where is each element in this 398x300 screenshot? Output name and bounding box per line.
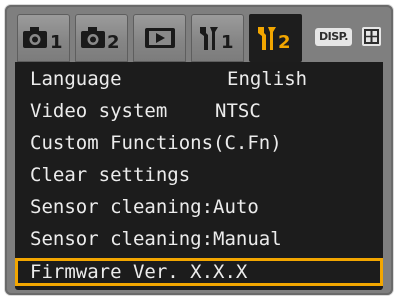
disp-button[interactable]: DISP. <box>315 28 352 46</box>
menu-item-value: NTSC <box>215 100 261 122</box>
menu-item-clear-settings[interactable]: Clear settings <box>15 161 383 189</box>
tab-playback[interactable] <box>133 14 186 62</box>
jump-icon[interactable] <box>362 27 381 46</box>
camera-2-icon: 2 <box>80 27 120 53</box>
svg-text:1: 1 <box>221 32 234 53</box>
menu-item-value: English <box>227 68 308 90</box>
menu-item-label: Video system <box>30 100 168 122</box>
menu-item-firmware-version[interactable]: Firmware Ver. X.X.X <box>15 258 383 286</box>
menu-item-video-system[interactable]: Video system NTSC <box>15 97 383 125</box>
tab-shooting-2[interactable]: 2 <box>75 14 128 62</box>
setup-1-icon: 1 <box>199 27 234 53</box>
camera-1-icon: 1 <box>22 27 63 53</box>
menu-item-label: Custom Functions(C.Fn) <box>30 132 282 154</box>
playback-icon <box>144 28 175 48</box>
setup-2-icon: 2 <box>257 27 291 53</box>
menu-item-custom-functions[interactable]: Custom Functions(C.Fn) <box>15 129 383 157</box>
menu-item-label: Firmware Ver. X.X.X <box>30 261 248 283</box>
menu-item-language[interactable]: Language English <box>15 65 383 93</box>
tab-setup-1[interactable]: 1 <box>191 14 244 62</box>
tab-shooting-1[interactable]: 1 <box>17 14 70 62</box>
menu-item-sensor-cleaning-manual[interactable]: Sensor cleaning:Manual <box>15 225 383 253</box>
menu-item-sensor-cleaning-auto[interactable]: Sensor cleaning:Auto <box>15 193 383 221</box>
svg-text:1: 1 <box>50 32 63 53</box>
menu-item-label: Clear settings <box>30 164 191 186</box>
menu-tab-bar: 1 2 1 2 DISP. <box>17 14 383 62</box>
menu-item-label: Sensor cleaning:Auto <box>30 196 259 218</box>
camera-lcd-screen: 1 2 1 2 DISP. Language English Video sys… <box>5 5 393 295</box>
menu-item-label: Sensor cleaning:Manual <box>30 228 282 250</box>
setup-menu-list: Language English Video system NTSC Custo… <box>15 62 383 290</box>
svg-text:2: 2 <box>278 32 291 53</box>
svg-text:2: 2 <box>107 32 120 53</box>
tab-setup-2[interactable]: 2 <box>249 14 302 62</box>
menu-item-label: Language <box>30 68 122 90</box>
